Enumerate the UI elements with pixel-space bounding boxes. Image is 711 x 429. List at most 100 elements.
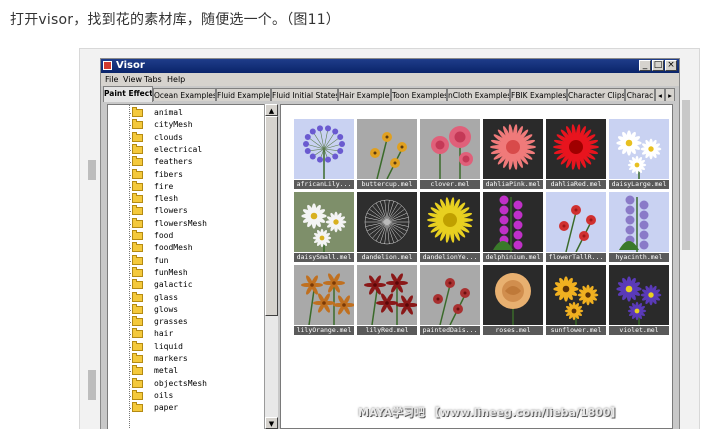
flower-preview-image (609, 265, 669, 325)
tree-item-label: galactic (154, 280, 193, 290)
flower-preview-image (483, 119, 543, 179)
folder-icon (132, 193, 143, 204)
thumbnail-item[interactable]: delphinium.mel (483, 192, 543, 262)
tab-ncloth-examples[interactable]: nCloth Examples (447, 88, 510, 101)
flower-preview-graphic (495, 273, 531, 325)
tab-scroll-left[interactable]: ◂ (655, 88, 665, 101)
tree-item-label: fire (154, 181, 174, 191)
tree-item-label: glass (154, 292, 179, 302)
watermark-text: MAYA学习吧 【www.lineeg.com/lieba/1800】 (358, 406, 622, 419)
maximize-button[interactable]: □ (652, 60, 664, 71)
thumbnail-label: buttercup.mel (357, 180, 417, 189)
thumbnail-item[interactable]: hyacinth.mel (609, 192, 669, 262)
scroll-down-arrow[interactable]: ▼ (265, 417, 278, 429)
thumbnail-label: clover.mel (420, 180, 480, 189)
scroll-thumb[interactable] (265, 116, 278, 316)
flower-preview-graphic (431, 126, 473, 179)
tree-item-label: flesh (154, 194, 179, 204)
thumbnail-item[interactable]: africanLily... (294, 119, 354, 189)
thumbnail-label: daisyLarge.mel (609, 180, 669, 189)
folder-icon (132, 119, 143, 130)
tree-scrollbar[interactable]: ▲ ▼ (264, 104, 278, 429)
tree-item-label: clouds (154, 132, 183, 142)
tree-guide-line (129, 105, 130, 429)
tree-item-label: markers (154, 354, 188, 363)
folder-icon (132, 107, 143, 117)
tab-fbik-examples[interactable]: FBIK Examples (510, 88, 567, 101)
tree-item-label: glows (154, 304, 179, 314)
thumbnail-item[interactable]: violet.mel (609, 265, 669, 335)
thumbnail-item[interactable]: clover.mel (420, 119, 480, 189)
folder-icon (132, 242, 143, 253)
visor-window: Visor _ □ × File View Tabs Help Paint Ef… (100, 58, 680, 429)
thumbnail-item[interactable]: sunflower.mel (546, 265, 606, 335)
thumbnail-label: dandelionYe... (420, 253, 480, 262)
folder-icon (132, 131, 143, 142)
tree-item-label: liquid (154, 341, 183, 351)
flower-preview-graphic (559, 205, 596, 252)
app-icon (103, 61, 112, 70)
menu-view[interactable]: View (123, 75, 142, 84)
tab-paint-effects[interactable]: Paint Effects (103, 86, 153, 102)
flower-preview-image (420, 265, 480, 325)
thumbnail-item[interactable]: paintedDais... (420, 265, 480, 335)
tab-fluid-examples[interactable]: Fluid Examples (216, 88, 271, 101)
tree-item-label: flowersMesh (154, 218, 207, 228)
minimize-button[interactable]: _ (639, 60, 651, 71)
thumbnail-item[interactable]: dandelionYe... (420, 192, 480, 262)
thumbnail-item[interactable]: lilyRed.mel (357, 265, 417, 335)
thumbnail-item[interactable]: roses.mel (483, 265, 543, 335)
tree-item-label: hair (154, 329, 174, 339)
thumbnail-label: roses.mel (483, 326, 543, 335)
thumbnail-item[interactable]: dahliaRed.mel (546, 119, 606, 189)
menu-help[interactable]: Help (167, 75, 185, 84)
flower-preview-image (483, 265, 543, 325)
tab-hair-examples[interactable]: Hair Examples (338, 88, 391, 101)
tree-item-label: metal (154, 366, 179, 376)
thumbnail-item[interactable]: flowerTallR... (546, 192, 606, 262)
thumbnail-label: sunflower.mel (546, 326, 606, 335)
thumbnail-item[interactable]: dahliaPink.mel (483, 119, 543, 189)
menu-file[interactable]: File (105, 75, 118, 84)
tree-item-label: objectsMesh (154, 378, 207, 388)
thumbnail-item[interactable]: daisySmall.mel (294, 192, 354, 262)
folder-icon (132, 340, 143, 351)
folder-icon (132, 143, 143, 154)
title-bar[interactable]: Visor _ □ × (101, 59, 679, 73)
flower-preview-graphic (303, 125, 345, 179)
thumbnail-label: hyacinth.mel (609, 253, 669, 262)
tab-character-clips[interactable]: Character Clips (567, 88, 625, 101)
left-edge-strip (88, 370, 96, 400)
tab-scroll-right[interactable]: ▸ (665, 88, 675, 101)
thumbnail-label: dandelion.mel (357, 253, 417, 262)
folder-icon (132, 389, 143, 400)
tree-item-label: fun (154, 255, 169, 265)
folder-icon (132, 168, 143, 179)
scroll-up-arrow[interactable]: ▲ (265, 104, 278, 116)
flower-preview-image (483, 192, 543, 252)
thumbnail-label: dahliaRed.mel (546, 180, 606, 189)
folder-icon (132, 353, 143, 363)
thumbnail-item[interactable]: lilyOrange.mel (294, 265, 354, 335)
menu-tabs[interactable]: Tabs (144, 75, 162, 84)
thumbnail-item[interactable]: dandelion.mel (357, 192, 417, 262)
tab-ocean-examples[interactable]: Ocean Examples (153, 88, 216, 101)
thumbnail-item[interactable]: buttercup.mel (357, 119, 417, 189)
close-button[interactable]: × (665, 60, 677, 71)
folder-icon (132, 377, 143, 388)
folder-icon (132, 205, 143, 216)
tab-toon-examples[interactable]: Toon Examples (391, 88, 447, 101)
flower-preview-image (609, 119, 669, 179)
menu-bar: File View Tabs Help (101, 73, 679, 86)
tab-charac[interactable]: Charac (625, 88, 655, 101)
flower-preview-graphic (616, 130, 662, 179)
thumbnail-label: dahliaPink.mel (483, 180, 543, 189)
thumbnail-label: daisySmall.mel (294, 253, 354, 262)
folder-icon (132, 303, 143, 314)
tree-item-label: flowers (154, 206, 188, 216)
flower-preview-image (294, 265, 354, 325)
flower-preview-image (294, 192, 354, 252)
thumbnail-label: violet.mel (609, 326, 669, 335)
tab-fluid-initial-states[interactable]: Fluid Initial States (271, 88, 338, 101)
thumbnail-item[interactable]: daisyLarge.mel (609, 119, 669, 189)
